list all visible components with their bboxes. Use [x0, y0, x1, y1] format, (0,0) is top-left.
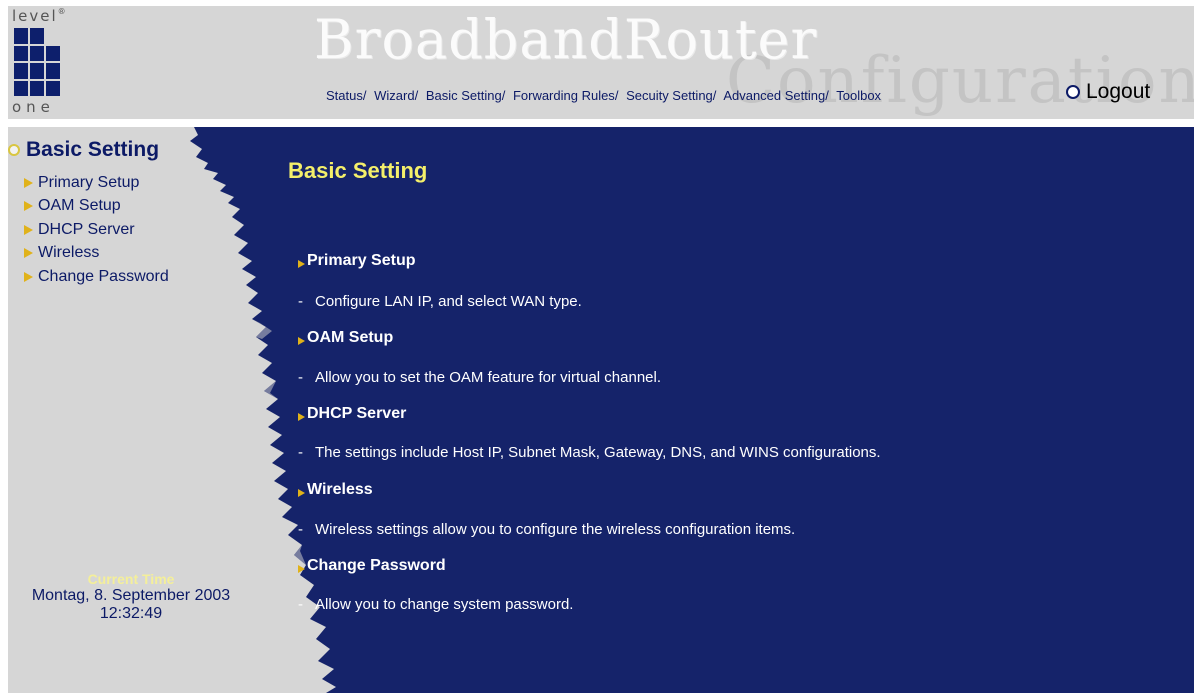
logout-button[interactable]: Logout: [1066, 80, 1150, 104]
triangle-bullet-icon: [298, 260, 305, 268]
triangle-bullet-icon: [24, 271, 33, 282]
triangle-bullet-icon: [298, 413, 305, 421]
sidebar-menu: Primary Setup OAM Setup DHCP Server Wire…: [24, 171, 169, 289]
link-oam-setup[interactable]: OAM Setup: [298, 329, 393, 347]
sidebar-item-oam-setup[interactable]: OAM Setup: [24, 195, 169, 219]
nav-toolbox[interactable]: Toolbox: [836, 88, 881, 103]
desc-change-password: - Allow you to change system password.: [298, 596, 574, 613]
desc-oam-setup: - Allow you to set the OAM feature for vi…: [298, 369, 662, 386]
triangle-bullet-icon: [24, 177, 33, 188]
nav-status[interactable]: Status: [326, 88, 363, 103]
circle-ring-icon: [8, 144, 20, 156]
nav-forwarding-rules[interactable]: Forwarding Rules: [513, 88, 615, 103]
triangle-bullet-icon: [298, 337, 305, 345]
triangle-bullet-icon: [24, 201, 33, 212]
nav-wizard[interactable]: Wizard: [374, 88, 414, 103]
triangle-bullet-icon: [24, 248, 33, 259]
current-clock: 12:32:49: [99, 605, 163, 622]
brand-title: BroadbandRouter: [314, 8, 818, 71]
desc-wireless: - Wireless settings allow you to configur…: [298, 521, 796, 538]
link-primary-setup[interactable]: Primary Setup: [298, 252, 415, 270]
sidebar-title[interactable]: Basic Setting: [8, 138, 159, 162]
desc-primary-setup: - Configure LAN IP, and select WAN type.: [298, 293, 582, 310]
levelone-logo: level® one: [12, 7, 68, 116]
desc-dhcp-server: - The settings include Host IP, Subnet Ma…: [298, 444, 881, 461]
triangle-bullet-icon: [298, 489, 305, 497]
triangle-bullet-icon: [298, 565, 305, 573]
nav-security-setting[interactable]: Secuity Setting: [626, 88, 713, 103]
current-time-label: Current Time: [87, 571, 175, 587]
link-change-password[interactable]: Change Password: [298, 557, 446, 575]
triangle-bullet-icon: [24, 224, 33, 235]
nav-advanced-setting[interactable]: Advanced Setting: [723, 88, 825, 103]
logout-label: Logout: [1086, 80, 1151, 103]
sidebar-item-change-password[interactable]: Change Password: [24, 265, 169, 289]
top-navigation: Status/ Wizard/ Basic Setting/ Forwardin…: [326, 88, 882, 103]
page-title: Basic Setting: [288, 158, 428, 183]
logo-grid-icon: [14, 28, 60, 96]
circle-ring-icon: [1066, 85, 1080, 99]
sidebar-item-wireless[interactable]: Wireless: [24, 242, 169, 266]
header-banner: level® one Configuration BroadbandRouter…: [8, 6, 1194, 119]
nav-basic-setting[interactable]: Basic Setting: [426, 88, 502, 103]
link-wireless[interactable]: Wireless: [298, 481, 373, 499]
current-time-panel: Current Time Montag, 8. September 2003 1…: [8, 571, 254, 623]
current-date: Montag, 8. September 2003: [31, 587, 231, 604]
sidebar-item-primary-setup[interactable]: Primary Setup: [24, 171, 169, 195]
content-area: Basic Setting Primary Setup OAM Setup DH…: [8, 127, 1194, 693]
link-dhcp-server[interactable]: DHCP Server: [298, 405, 406, 423]
sidebar-item-dhcp-server[interactable]: DHCP Server: [24, 218, 169, 242]
